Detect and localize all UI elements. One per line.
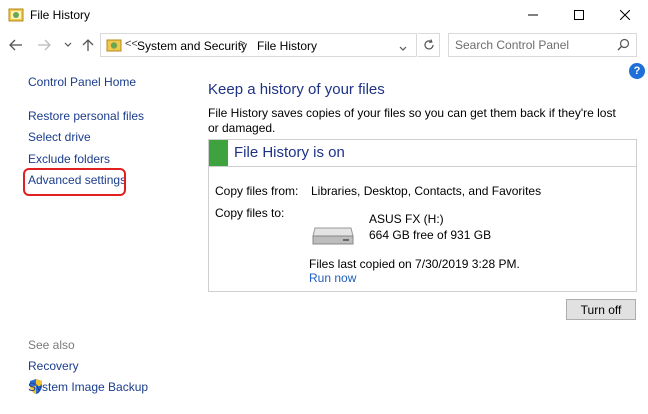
file-history-app-icon	[8, 7, 24, 23]
restore-personal-files-link[interactable]: Restore personal files	[28, 109, 144, 123]
copy-to-label: Copy files to:	[215, 206, 285, 220]
search-box[interactable]	[448, 33, 637, 57]
up-button[interactable]	[80, 37, 96, 53]
breadcrumb-separator[interactable]: >	[239, 38, 245, 50]
drive-free-space: 664 GB free of 931 GB	[369, 228, 492, 242]
breadcrumb-file-history[interactable]: File History	[257, 39, 317, 53]
status-title: File History is on	[234, 144, 345, 161]
search-input[interactable]	[455, 37, 605, 53]
page-heading: Keep a history of your files	[208, 81, 385, 98]
select-drive-link[interactable]: Select drive	[28, 130, 91, 144]
file-history-location-icon	[106, 37, 122, 53]
address-dropdown-chevron-icon[interactable]	[399, 41, 407, 55]
status-panel: File History is on Copy files from: Libr…	[208, 139, 637, 292]
back-button[interactable]	[8, 37, 24, 53]
see-also-label: See also	[28, 338, 75, 352]
copy-from-label: Copy files from:	[215, 184, 299, 198]
navigation-bar: << System and Security > File History	[0, 30, 648, 60]
forward-button[interactable]	[36, 37, 52, 53]
close-button[interactable]	[602, 0, 648, 30]
status-header: File History is on	[209, 140, 636, 167]
run-now-link[interactable]: Run now	[309, 271, 356, 285]
copy-from-value: Libraries, Desktop, Contacts, and Favori…	[311, 184, 542, 198]
system-image-backup-link[interactable]: System Image Backup	[28, 380, 148, 394]
refresh-button[interactable]	[418, 33, 440, 57]
window-title: File History	[30, 8, 91, 22]
breadcrumb-system-and-security[interactable]: System and Security	[137, 39, 247, 53]
address-bar[interactable]: << System and Security > File History	[100, 33, 417, 57]
minimize-button[interactable]	[510, 0, 556, 30]
hard-drive-icon	[311, 222, 355, 249]
title-bar: File History	[0, 0, 648, 30]
exclude-folders-link[interactable]: Exclude folders	[28, 152, 110, 166]
help-icon[interactable]: ?	[629, 63, 645, 79]
advanced-settings-highlight	[23, 168, 126, 196]
turn-off-button[interactable]: Turn off	[566, 299, 636, 320]
last-copied-status: Files last copied on 7/30/2019 3:28 PM.	[309, 257, 520, 271]
breadcrumb-overflow[interactable]: <<	[125, 38, 138, 50]
recovery-link[interactable]: Recovery	[28, 359, 79, 373]
status-indicator	[209, 140, 228, 166]
search-icon[interactable]	[617, 38, 630, 54]
page-description: File History saves copies of your files …	[208, 106, 616, 135]
drive-name: ASUS FX (H:)	[369, 212, 444, 226]
maximize-button[interactable]	[556, 0, 602, 30]
control-panel-home-link[interactable]: Control Panel Home	[28, 75, 136, 89]
recent-locations-chevron-icon[interactable]	[60, 37, 76, 53]
